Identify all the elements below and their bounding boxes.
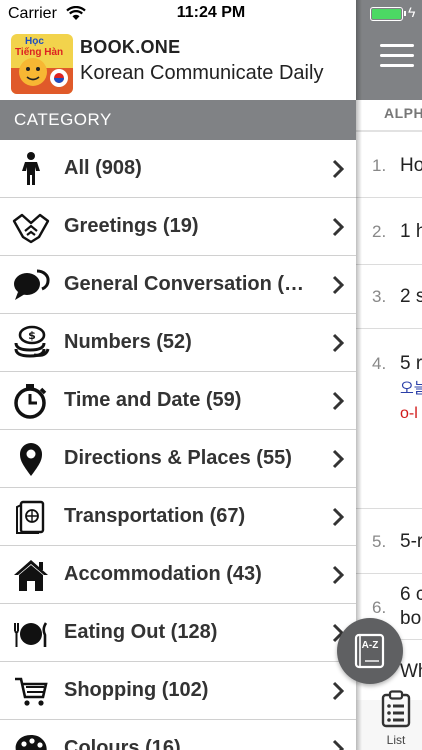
category-item-numbers[interactable]: $ Numbers (52) <box>0 314 356 372</box>
coins-icon: $ <box>14 325 50 358</box>
map-pin-icon <box>20 443 42 476</box>
category-label: Colours (16) <box>64 737 181 750</box>
logo-text-line1: Học <box>25 36 44 47</box>
category-item-greetings[interactable]: Greetings (19) <box>0 198 356 256</box>
phrase-text: 5 r <box>400 353 422 374</box>
phrase-number: 3. <box>372 287 387 306</box>
category-item-accommodation[interactable]: Accommodation (43) <box>0 546 356 604</box>
phrase-row[interactable]: 4. 5 r 오늘 o-l <box>356 329 422 509</box>
category-list: All (908) Greetings (19) General Convers… <box>0 140 356 750</box>
chevron-right-icon <box>332 217 344 237</box>
category-item-time-and-date[interactable]: Time and Date (59) <box>0 372 356 430</box>
app-title: BOOK.ONE <box>80 37 181 57</box>
category-item-shopping[interactable]: Shopping (102) <box>0 662 356 720</box>
side-menu-drawer: Carrier Học Tiếng Hàn BOOK.ONE Korean Co… <box>0 0 356 750</box>
phrase-number: 5. <box>372 532 387 551</box>
svg-text:$: $ <box>28 329 36 342</box>
chevron-right-icon <box>332 333 344 353</box>
house-icon <box>14 560 48 591</box>
phrase-text: Wh <box>400 661 422 682</box>
chevron-right-icon <box>332 275 344 295</box>
passport-icon <box>16 500 45 534</box>
category-label: Greetings (19) <box>64 215 199 237</box>
chevron-right-icon <box>332 449 344 469</box>
category-item-all[interactable]: All (908) <box>0 140 356 198</box>
category-header-label: CATEGORY <box>14 110 112 129</box>
category-label: Directions & Places (55) <box>64 447 292 469</box>
app-logo: Học Tiếng Hàn <box>11 34 73 94</box>
list-tab-label: List <box>386 733 406 747</box>
chevron-right-icon <box>332 739 344 750</box>
phrase-romanized: o-l <box>400 405 418 422</box>
speech-bubbles-icon <box>14 269 50 300</box>
logo-text-line2: Tiếng Hàn <box>15 47 64 58</box>
chevron-right-icon <box>332 565 344 585</box>
category-label: Accommodation (43) <box>64 563 262 585</box>
cart-icon <box>15 677 48 706</box>
app-subtitle: Korean Communicate Daily <box>80 62 324 84</box>
phrase-text-line2: bo <box>400 608 422 629</box>
category-label: Numbers (52) <box>64 331 192 353</box>
phrase-number: 1. <box>372 156 387 175</box>
handshake-icon <box>12 213 50 244</box>
phrase-number: 2. <box>372 222 387 241</box>
list-tab[interactable]: List <box>376 690 416 747</box>
phrase-text: 1 h <box>400 221 422 242</box>
palette-icon <box>15 735 47 750</box>
phrase-text: 6 c <box>400 584 422 605</box>
phrase-row[interactable]: 5. 5-r <box>356 509 422 574</box>
chevron-right-icon <box>332 681 344 701</box>
chevron-right-icon <box>332 159 344 179</box>
category-item-eating-out[interactable]: Eating Out (128) <box>0 604 356 662</box>
category-item-directions-places[interactable]: Directions & Places (55) <box>0 430 356 488</box>
category-label: Transportation (67) <box>64 505 246 527</box>
stopwatch-icon <box>14 384 47 419</box>
hamburger-menu-icon[interactable] <box>380 44 414 74</box>
phrase-korean: 오늘 <box>400 380 422 397</box>
category-item-general-conversation[interactable]: General Conversation (… <box>0 256 356 314</box>
category-item-colours[interactable]: Colours (16) <box>0 720 356 750</box>
phrase-number: 6. <box>372 598 387 617</box>
phrase-row[interactable]: 2. 1 h <box>356 198 422 265</box>
phrase-text: Ho <box>400 155 422 176</box>
phrase-number: 4. <box>372 354 387 373</box>
phrase-row[interactable]: 3. 2 s <box>356 265 422 329</box>
az-label: A-Z <box>361 640 379 651</box>
category-label: All (908) <box>64 157 142 179</box>
category-header: CATEGORY <box>0 100 356 140</box>
person-icon <box>22 152 40 185</box>
az-index-button[interactable]: A-Z <box>337 618 403 684</box>
category-label: Eating Out (128) <box>64 621 218 643</box>
category-label: Time and Date (59) <box>64 389 242 411</box>
chevron-right-icon <box>332 391 344 411</box>
tab-label: ALPH <box>384 105 422 121</box>
plate-cutlery-icon <box>14 622 48 647</box>
category-label: Shopping (102) <box>64 679 209 701</box>
clipboard-list-icon <box>381 690 411 728</box>
category-item-transportation[interactable]: Transportation (67) <box>0 488 356 546</box>
dictionary-book-icon <box>354 633 385 669</box>
bottom-tab-bar: List <box>356 690 422 750</box>
chevron-right-icon <box>332 507 344 527</box>
category-label: General Conversation (… <box>64 273 305 295</box>
alphabet-tab[interactable]: ALPH <box>356 100 422 132</box>
phrase-text: 5-r <box>400 531 422 552</box>
phrase-text: 2 s <box>400 286 422 307</box>
phrase-row[interactable]: 1. Ho <box>356 134 422 198</box>
status-time: 11:24 PM <box>176 4 246 21</box>
